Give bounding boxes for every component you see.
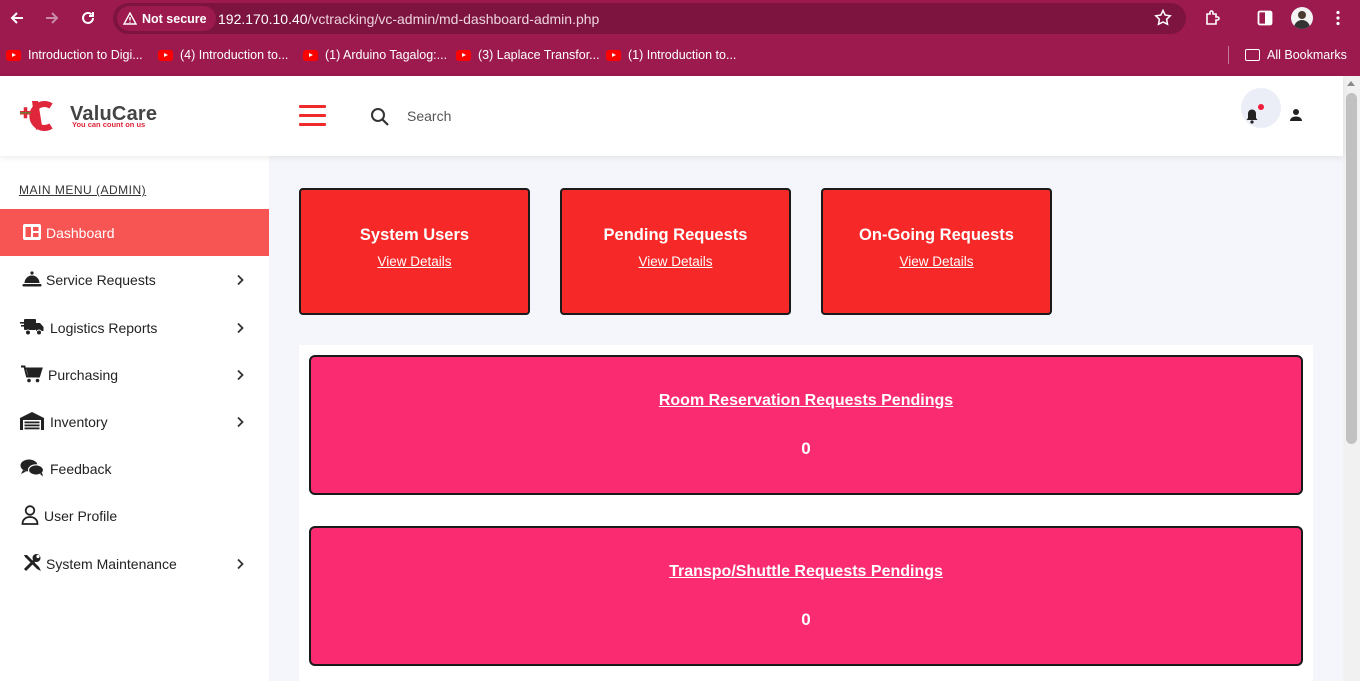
search-input[interactable] bbox=[400, 104, 700, 128]
bookmark-item[interactable]: (3) Laplace Transfor... bbox=[456, 44, 600, 66]
sidebar-item-label: Logistics Reports bbox=[50, 319, 158, 336]
address-bar[interactable]: Not secure 192.170.10.40/vctracking/vc-a… bbox=[113, 3, 1186, 34]
sidebar-item-label: Dashboard bbox=[46, 224, 115, 241]
pending-count: 0 bbox=[801, 439, 811, 458]
chevron-right-icon bbox=[236, 557, 245, 573]
sidebar-item-system-maintenance[interactable]: System Maintenance bbox=[0, 540, 269, 587]
bookmark-item[interactable]: (4) Introduction to... bbox=[158, 44, 288, 66]
bookmark-item[interactable]: Introduction to Digi... bbox=[6, 44, 143, 66]
chevron-right-icon bbox=[236, 415, 245, 431]
all-bookmarks-button[interactable]: All Bookmarks bbox=[1245, 44, 1347, 66]
sidebar: MAIN MENU (ADMIN) Dashboard Service Requ… bbox=[0, 156, 269, 681]
extensions-icon[interactable] bbox=[1201, 6, 1225, 30]
sidebar-item-user-profile[interactable]: User Profile bbox=[0, 492, 269, 539]
app-header: ValuCare You can count on us bbox=[0, 76, 1343, 156]
browser-toolbar: Not secure 192.170.10.40/vctracking/vc-a… bbox=[0, 0, 1360, 36]
valucare-logo-icon[interactable] bbox=[18, 98, 54, 132]
url-text[interactable]: 192.170.10.40/vctracking/vc-admin/md-das… bbox=[218, 11, 599, 27]
bell-icon[interactable] bbox=[1245, 108, 1259, 129]
room-reservation-pendings: Room Reservation Requests Pendings 0 bbox=[309, 355, 1303, 495]
sidebar-item-label: Inventory bbox=[50, 413, 108, 430]
sidebar-item-label: User Profile bbox=[44, 507, 118, 524]
security-label: Not secure bbox=[142, 11, 207, 26]
card-ongoing-requests: On-Going Requests View Details bbox=[821, 188, 1052, 315]
cart-icon bbox=[20, 362, 44, 386]
youtube-icon bbox=[456, 49, 471, 61]
sidebar-item-dashboard[interactable]: Dashboard bbox=[0, 209, 269, 256]
card-system-users: System Users View Details bbox=[299, 188, 530, 315]
sidebar-item-label: Purchasing bbox=[48, 366, 119, 383]
warning-icon bbox=[123, 12, 137, 25]
tools-icon bbox=[20, 551, 44, 575]
reload-icon[interactable] bbox=[76, 6, 100, 30]
pending-count: 0 bbox=[801, 610, 811, 629]
card-title: On-Going Requests bbox=[859, 226, 1014, 244]
account-icon[interactable] bbox=[1289, 108, 1303, 127]
browser-menu-icon[interactable] bbox=[1326, 6, 1350, 30]
scroll-thumb[interactable] bbox=[1346, 93, 1357, 444]
browser-chrome: Not secure 192.170.10.40/vctracking/vc-a… bbox=[0, 0, 1360, 76]
sidebar-item-feedback[interactable]: Feedback bbox=[0, 445, 269, 492]
user-icon bbox=[18, 503, 42, 527]
pending-title-link[interactable]: Transpo/Shuttle Requests Pendings bbox=[311, 563, 1301, 581]
view-details-link[interactable]: View Details bbox=[823, 254, 1050, 269]
side-panel-icon[interactable] bbox=[1253, 6, 1277, 30]
chevron-right-icon bbox=[236, 368, 245, 384]
page-scrollbar[interactable] bbox=[1343, 76, 1360, 681]
menu-title: MAIN MENU (ADMIN) bbox=[19, 183, 147, 197]
pending-title-link[interactable]: Room Reservation Requests Pendings bbox=[311, 392, 1301, 410]
back-icon[interactable] bbox=[5, 6, 29, 30]
sidebar-item-inventory[interactable]: Inventory bbox=[0, 398, 269, 445]
all-bookmarks-label: All Bookmarks bbox=[1267, 48, 1347, 62]
chevron-right-icon bbox=[236, 321, 245, 337]
bookmark-label: (1) Arduino Tagalog:... bbox=[325, 48, 448, 62]
warehouse-icon bbox=[20, 409, 44, 433]
profile-avatar[interactable] bbox=[1291, 7, 1313, 29]
service-bell-icon bbox=[20, 267, 44, 291]
view-details-link[interactable]: View Details bbox=[301, 254, 528, 269]
bookmark-item[interactable]: (1) Introduction to... bbox=[606, 44, 736, 66]
truck-icon bbox=[20, 315, 44, 339]
bookmark-item[interactable]: (1) Arduino Tagalog:... bbox=[303, 44, 447, 66]
youtube-icon bbox=[158, 49, 173, 61]
card-title: System Users bbox=[359, 226, 470, 244]
hamburger-menu-icon[interactable] bbox=[299, 105, 327, 127]
sidebar-item-label: System Maintenance bbox=[46, 555, 177, 572]
search-icon[interactable] bbox=[370, 107, 390, 132]
bookmark-label: (1) Introduction to... bbox=[628, 48, 737, 62]
youtube-icon bbox=[606, 49, 621, 61]
folder-icon bbox=[1245, 49, 1260, 61]
bookmark-label: (4) Introduction to... bbox=[180, 48, 289, 62]
bookmarks-bar: Introduction to Digi... (4) Introduction… bbox=[0, 44, 1360, 66]
url-host: 192.170.10.40 bbox=[218, 11, 308, 27]
notification-dot bbox=[1258, 104, 1264, 110]
sidebar-item-label: Feedback bbox=[50, 460, 112, 477]
bookmark-label: (3) Laplace Transfor... bbox=[478, 48, 600, 62]
youtube-icon bbox=[303, 49, 318, 61]
security-chip[interactable]: Not secure bbox=[117, 6, 216, 31]
sidebar-item-service-requests[interactable]: Service Requests bbox=[0, 256, 269, 303]
bookmark-star-icon[interactable] bbox=[1154, 8, 1172, 32]
forward-icon[interactable] bbox=[40, 6, 64, 30]
dashboard-icon bbox=[20, 220, 44, 244]
sidebar-item-label: Service Requests bbox=[46, 271, 156, 288]
bookmarks-divider bbox=[1228, 46, 1229, 64]
url-path: /vctracking/vc-admin/md-dashboard-admin.… bbox=[307, 11, 600, 27]
shuttle-pendings: Transpo/Shuttle Requests Pendings 0 bbox=[309, 526, 1303, 666]
card-title: Pending Requests bbox=[603, 226, 748, 244]
bookmark-label: Introduction to Digi... bbox=[28, 48, 143, 62]
sidebar-item-purchasing[interactable]: Purchasing bbox=[0, 351, 269, 398]
scroll-up-arrow-icon[interactable] bbox=[1347, 81, 1355, 86]
card-pending-requests: Pending Requests View Details bbox=[560, 188, 791, 315]
youtube-icon bbox=[6, 49, 21, 61]
sidebar-item-logistics-reports[interactable]: Logistics Reports bbox=[0, 304, 269, 351]
comments-icon bbox=[20, 456, 44, 480]
view-details-link[interactable]: View Details bbox=[562, 254, 789, 269]
chevron-right-icon bbox=[236, 273, 245, 289]
brand-tagline: You can count on us bbox=[72, 120, 146, 129]
